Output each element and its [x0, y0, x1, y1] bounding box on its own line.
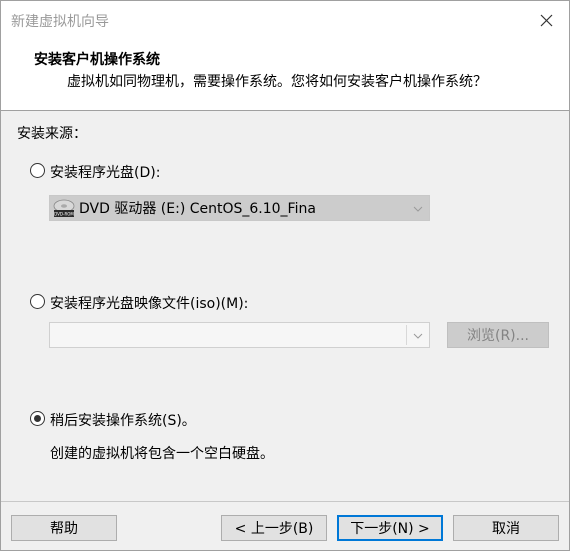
chevron-down-icon — [413, 333, 423, 339]
browse-button[interactable]: 浏览(R)... — [447, 322, 549, 348]
wizard-content: 安装来源： 安装程序光盘(D): DVD-ROM DVD 驱动器 (E:) Ce… — [1, 111, 569, 501]
install-source-label: 安装来源： — [17, 126, 87, 142]
iso-image-option-label: 安装程序光盘映像文件(iso)(M): — [50, 296, 249, 312]
disc-drive-select[interactable]: DVD-ROM DVD 驱动器 (E:) CentOS_6.10_Fina — [49, 195, 430, 221]
close-icon — [540, 14, 552, 26]
install-later-description: 创建的虚拟机将包含一个空白硬盘。 — [50, 446, 274, 462]
close-button[interactable] — [523, 1, 569, 39]
install-later-option[interactable]: 稍后安装操作系统(S)。 — [30, 411, 230, 431]
combo-divider — [406, 325, 407, 345]
window-title: 新建虚拟机向导 — [11, 14, 109, 30]
install-later-radio[interactable] — [30, 411, 45, 426]
back-button[interactable]: < 上一步(B) — [221, 515, 327, 541]
cancel-button[interactable]: 取消 — [453, 515, 559, 541]
disc-drive-option-label: 安装程序光盘(D): — [50, 165, 161, 181]
wizard-header: 安装客户机操作系统 虚拟机如同物理机，需要操作系统。您将如何安装客户机操作系统？ — [1, 39, 569, 111]
dvd-drive-icon-label: DVD-ROM — [54, 212, 74, 217]
footer-divider — [1, 501, 569, 502]
iso-image-option[interactable]: 安装程序光盘映像文件(iso)(M): — [30, 294, 290, 314]
title-bar: 新建虚拟机向导 — [1, 1, 569, 39]
next-button[interactable]: 下一步(N) > — [337, 515, 443, 541]
header-subtitle: 虚拟机如同物理机，需要操作系统。您将如何安装客户机操作系统？ — [67, 74, 487, 90]
disc-drive-select-value: DVD 驱动器 (E:) CentOS_6.10_Fina — [79, 201, 316, 217]
help-button[interactable]: 帮助 — [11, 515, 117, 541]
header-title: 安装客户机操作系统 — [34, 52, 160, 68]
new-vm-wizard-dialog: 新建虚拟机向导 安装客户机操作系统 虚拟机如同物理机，需要操作系统。您将如何安装… — [0, 0, 570, 551]
iso-path-combobox[interactable] — [49, 322, 430, 348]
dvd-drive-icon: DVD-ROM — [53, 198, 75, 218]
disc-drive-radio[interactable] — [30, 163, 45, 178]
iso-image-radio[interactable] — [30, 294, 45, 309]
install-later-option-label: 稍后安装操作系统(S)。 — [50, 413, 196, 429]
disc-drive-option[interactable]: 安装程序光盘(D): — [30, 163, 230, 183]
chevron-down-icon — [413, 206, 423, 212]
